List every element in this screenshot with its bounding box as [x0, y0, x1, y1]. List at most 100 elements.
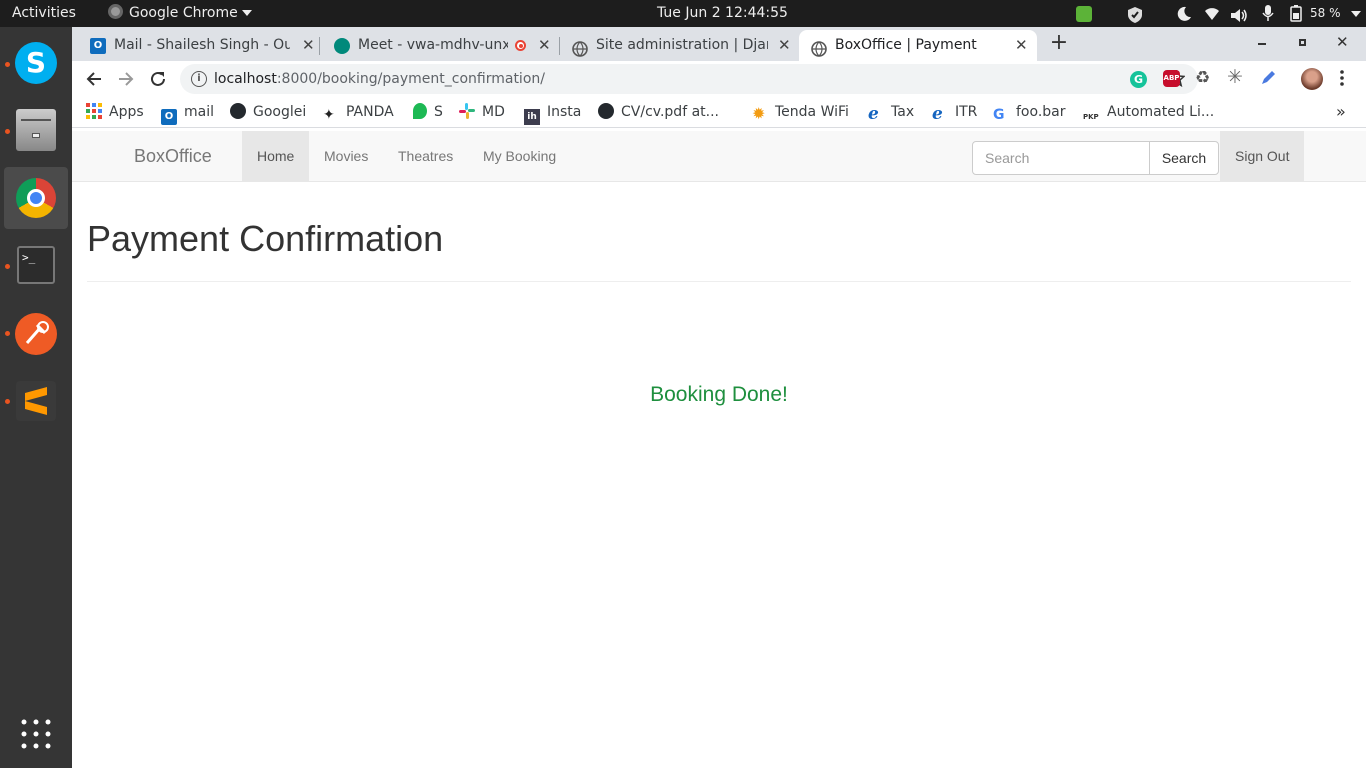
forward-button[interactable]	[117, 70, 135, 92]
new-tab-button[interactable]: +	[1048, 32, 1070, 55]
more-bookmarks-icon[interactable]: »	[1336, 102, 1346, 121]
bookmark-s[interactable]: S	[413, 103, 443, 123]
omnibox[interactable]: i localhost:8000/booking/payment_confirm…	[180, 64, 1198, 94]
system-menu-chevron-icon[interactable]	[1351, 11, 1361, 17]
chrome-icon	[16, 178, 56, 218]
skype-icon: S	[15, 42, 57, 84]
chrome-small-icon	[108, 4, 123, 19]
sublime-text-icon	[16, 381, 56, 421]
file-cabinet-icon	[16, 109, 56, 151]
url-host: localhost	[214, 71, 277, 87]
asterisk-extension-icon[interactable]: ✳	[1227, 66, 1243, 88]
app-menu-label: Google Chrome	[129, 5, 238, 21]
kebab-menu-icon[interactable]	[1340, 69, 1344, 87]
bookmark-itr[interactable]: e ITR	[932, 103, 977, 123]
bookmark-automated[interactable]: PKP Automated Li...	[1083, 103, 1214, 123]
close-icon[interactable]: ✕	[1015, 30, 1028, 60]
site-navbar: BoxOffice Home Movies Theatres My Bookin…	[72, 131, 1366, 182]
site-brand[interactable]: BoxOffice	[134, 131, 212, 181]
url-path: :8000/booking/payment_confirmation/	[276, 71, 545, 87]
nav-movies[interactable]: Movies	[309, 131, 383, 181]
tab-title: BoxOffice | Payment	[835, 37, 977, 53]
dock-sublime-text[interactable]	[4, 371, 68, 433]
bookmark-label: mail	[184, 104, 214, 120]
back-button[interactable]	[85, 70, 103, 92]
dock-postman[interactable]	[4, 303, 68, 365]
bookmark-label: ITR	[955, 104, 978, 120]
tab-strip: O Mail - Shailesh Singh - Out ✕ Meet - v…	[72, 27, 1366, 61]
bookmark-label: Automated Li...	[1107, 104, 1215, 120]
outlook-icon: O	[161, 109, 177, 125]
browser-toolbar: i localhost:8000/booking/payment_confirm…	[72, 61, 1366, 97]
search-input[interactable]	[972, 141, 1150, 175]
profile-avatar[interactable]	[1301, 68, 1323, 90]
tab-boxoffice-payment[interactable]: BoxOffice | Payment ✕	[799, 30, 1037, 61]
tab-mail[interactable]: O Mail - Shailesh Singh - Out ✕	[78, 30, 318, 61]
bookmark-mail[interactable]: Omail	[161, 103, 214, 125]
nav-home[interactable]: Home	[242, 131, 310, 181]
bookmark-md[interactable]: MD	[459, 103, 505, 123]
dock-chrome[interactable]	[4, 167, 68, 229]
globe-icon	[811, 38, 827, 57]
grammarly-tray-icon[interactable]	[1076, 6, 1092, 22]
terminal-icon: >_	[17, 246, 55, 284]
tab-meet[interactable]: Meet - vwa-mdhv-unx ✕	[322, 30, 558, 61]
nav-theatres[interactable]: Theatres	[383, 131, 468, 181]
dock-skype[interactable]: S	[4, 33, 68, 95]
pen-extension-icon[interactable]	[1260, 70, 1276, 90]
tenda-gear-icon: ✹	[752, 104, 766, 123]
adblock-plus-icon[interactable]: ABP	[1163, 70, 1180, 87]
bookmark-foo-bar[interactable]: Gfoo.bar	[993, 103, 1066, 123]
chevron-down-icon	[241, 10, 252, 16]
search-button[interactable]: Search	[1149, 141, 1219, 175]
reload-button[interactable]	[149, 70, 167, 92]
bookmark-tax[interactable]: e Tax	[868, 103, 914, 123]
divider	[87, 281, 1351, 282]
clock[interactable]: Tue Jun 2 12:44:55	[657, 0, 788, 27]
page-title: Payment Confirmation	[87, 218, 444, 259]
dock-terminal[interactable]: >_	[4, 234, 68, 296]
s-leaf-icon	[413, 103, 427, 119]
bookmark-label: foo.bar	[1016, 104, 1066, 120]
activities-button[interactable]: Activities	[12, 0, 76, 27]
bookmark-panda[interactable]: ✦ PANDA	[323, 103, 394, 123]
bookmark-label: Insta	[547, 104, 582, 120]
bookmarks-bar: Apps Omail Googlei ✦ PANDA S MD ih Insta C…	[72, 97, 1366, 128]
github-icon	[598, 103, 614, 119]
dock-files[interactable]	[4, 99, 68, 161]
maximize-button[interactable]	[1299, 39, 1306, 46]
bookmark-cv[interactable]: CV/cv.pdf at...	[598, 103, 719, 123]
dock: S >_	[0, 27, 72, 768]
web-page: BoxOffice Home Movies Theatres My Bookin…	[72, 129, 1366, 768]
system-top-bar: Activities Google Chrome Tue Jun 2 12:44…	[0, 0, 1366, 27]
battery-percentage: 58 %	[1310, 6, 1341, 20]
bookmark-label: Tax	[891, 104, 915, 120]
show-applications-icon[interactable]	[20, 718, 52, 750]
bookmark-googlei[interactable]: Googlei	[230, 103, 306, 123]
tab-title: Mail - Shailesh Singh - Out	[114, 37, 290, 53]
nav-my-booking[interactable]: My Booking	[468, 131, 571, 181]
grammarly-extension-icon[interactable]: G	[1130, 71, 1147, 88]
pkp-icon: PKP	[1083, 113, 1099, 121]
ie-icon: e	[932, 104, 943, 124]
close-icon[interactable]: ✕	[538, 30, 551, 60]
bookmark-label: S	[434, 104, 443, 120]
bookmark-insta[interactable]: ih Insta	[524, 103, 582, 125]
window-close-button[interactable]: ✕	[1336, 33, 1349, 51]
booking-success-message: Booking Done!	[650, 383, 788, 406]
info-icon[interactable]: i	[191, 71, 207, 87]
recycle-extension-icon[interactable]: ♻	[1195, 68, 1210, 88]
minimize-button[interactable]	[1258, 43, 1266, 45]
bookmark-tenda-wifi[interactable]: ✹ Tenda WiFi	[752, 103, 849, 123]
bookmark-apps[interactable]: Apps	[86, 103, 144, 123]
tab-site-admin[interactable]: Site administration | Djan ✕	[560, 30, 798, 61]
bookmark-label: CV/cv.pdf at...	[621, 104, 719, 120]
bookmark-label: Googlei	[253, 104, 307, 120]
google-g-icon: G	[993, 107, 1005, 123]
ih-icon: ih	[524, 109, 540, 125]
close-icon[interactable]: ✕	[778, 30, 791, 60]
sign-out-link[interactable]: Sign Out	[1220, 131, 1305, 181]
bookmark-label: MD	[482, 104, 505, 120]
close-icon[interactable]: ✕	[302, 30, 315, 60]
app-menu[interactable]: Google Chrome	[108, 0, 252, 27]
